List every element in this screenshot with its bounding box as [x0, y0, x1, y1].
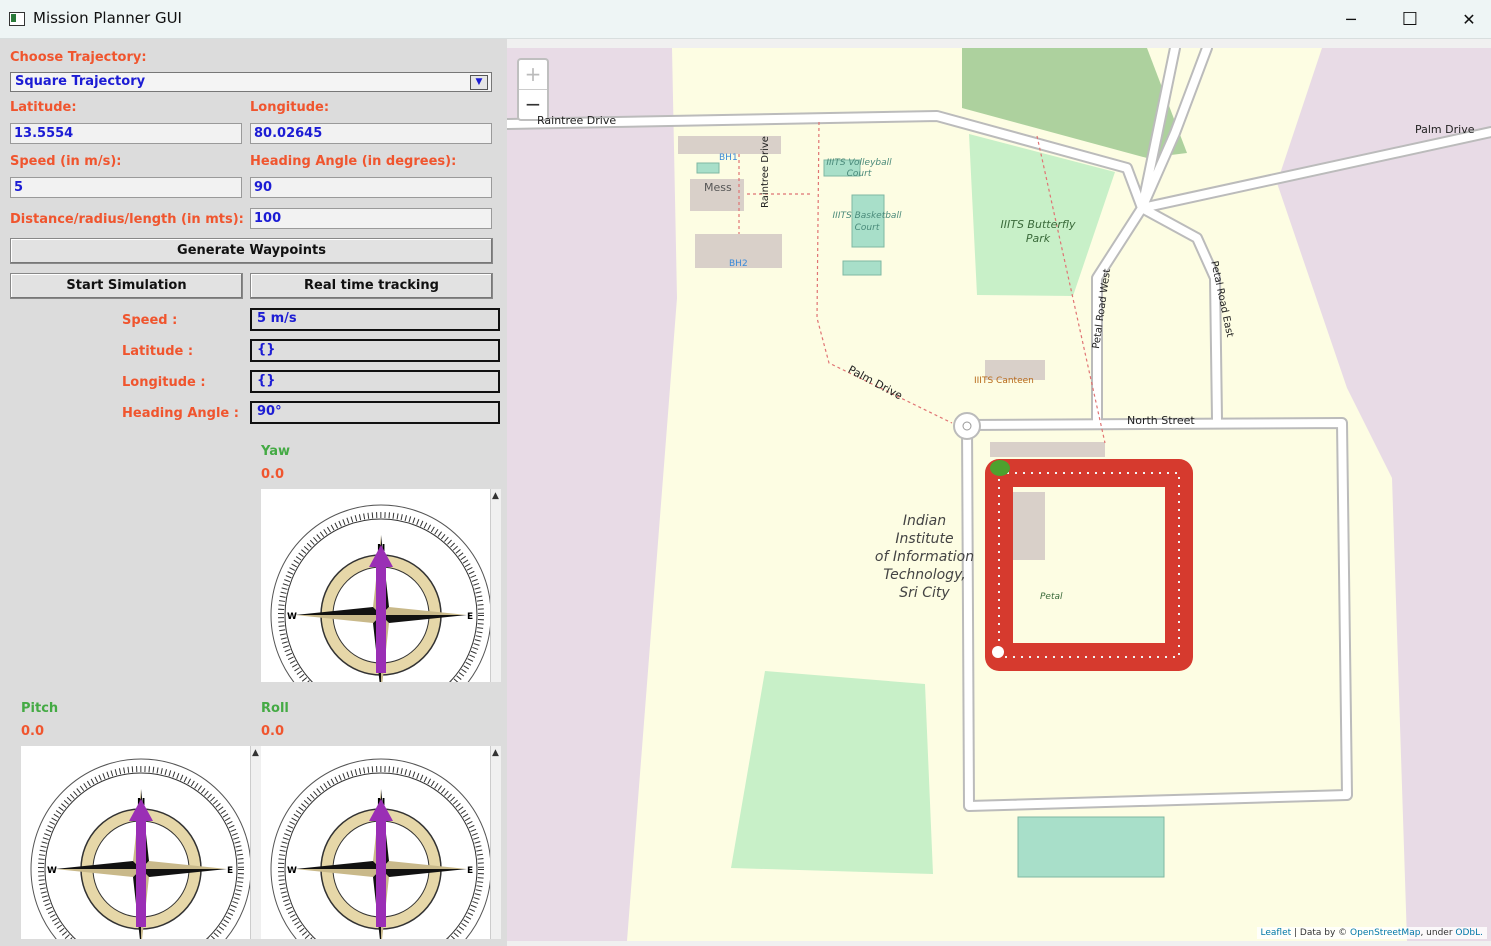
- app-icon: [9, 12, 25, 26]
- title-bar: Mission Planner GUI ─ ☐ ✕: [0, 0, 1491, 39]
- roll-compass: [261, 746, 490, 939]
- distance-label: Distance/radius/length (in mts):: [10, 212, 244, 227]
- institute-label: Indian Institute of Information Technolo…: [862, 512, 987, 602]
- compass-icon: [21, 746, 250, 939]
- odbl-link[interactable]: ODbL.: [1455, 928, 1483, 938]
- map-view[interactable]: + − Raintree Drive Palm Drive BH1 BH2 Me…: [507, 48, 1491, 941]
- minimize-button[interactable]: ─: [1322, 0, 1380, 38]
- choose-trajectory-label: Choose Trajectory:: [10, 50, 147, 65]
- pitch-value: 0.0: [21, 724, 45, 739]
- institute-label-line2: Institute: [895, 531, 954, 547]
- telemetry-speed-value: 5 m/s: [250, 308, 500, 331]
- mess-label: Mess: [704, 181, 732, 194]
- longitude-input[interactable]: 80.02645: [250, 123, 492, 144]
- osm-link[interactable]: OpenStreetMap: [1350, 928, 1420, 938]
- pitch-label: Pitch: [21, 701, 59, 716]
- trajectory-select-value: Square Trajectory: [15, 74, 146, 89]
- volleyball-label: IIITS Volleyball Court: [826, 158, 892, 179]
- distance-input[interactable]: 100: [250, 208, 492, 229]
- real-time-tracking-button[interactable]: Real time tracking: [250, 273, 493, 299]
- telemetry-latitude-label: Latitude :: [122, 344, 194, 359]
- heading-input[interactable]: 90: [250, 177, 492, 198]
- yaw-compass: [261, 489, 490, 682]
- longitude-label: Longitude:: [250, 100, 330, 115]
- info-marker-icon[interactable]: [992, 646, 1004, 658]
- yaw-value: 0.0: [261, 467, 285, 482]
- pitch-scrollbar[interactable]: ▲: [250, 746, 261, 939]
- roll-label: Roll: [261, 701, 289, 716]
- raintree-drive-vertical-text: Raintree Drive: [760, 136, 771, 208]
- close-button[interactable]: ✕: [1440, 0, 1491, 38]
- speed-label: Speed (in m/s):: [10, 154, 122, 169]
- roll-scrollbar[interactable]: ▲: [490, 746, 501, 939]
- window-title: Mission Planner GUI: [33, 9, 182, 27]
- trajectory-select[interactable]: Square Trajectory ▼: [10, 72, 492, 92]
- bh1-label: BH1: [719, 153, 738, 163]
- telemetry-longitude-value: {}: [250, 370, 500, 393]
- institute-label-line3: of Information: [874, 549, 975, 565]
- speed-input[interactable]: 5: [10, 177, 242, 198]
- petal-label: Petal: [1040, 592, 1063, 602]
- maximize-button[interactable]: ☐: [1381, 0, 1439, 38]
- telemetry-speed-label: Speed :: [122, 313, 178, 328]
- small-pitch-area: [696, 162, 720, 174]
- latitude-label: Latitude:: [10, 100, 77, 115]
- compass-icon: [261, 489, 490, 682]
- roll-value: 0.0: [261, 724, 285, 739]
- park-area-south: [731, 671, 933, 874]
- chevron-down-icon[interactable]: ▼: [470, 75, 488, 90]
- institute-label-line1: Indian: [902, 513, 947, 529]
- roundabout: [953, 412, 981, 440]
- pitch-area-south: [1017, 816, 1165, 878]
- institute-label-line4: Technology,: [883, 567, 966, 583]
- compass-icon: [261, 746, 490, 939]
- telemetry-heading-value: 90°: [250, 401, 500, 424]
- canteen-label: IIITS Canteen: [974, 376, 1034, 386]
- start-simulation-button[interactable]: Start Simulation: [10, 273, 243, 299]
- raintree-drive-vertical-label: Raintree Drive: [760, 136, 771, 208]
- butterfly-park-label: IIITS Butterfly Park: [1000, 218, 1076, 245]
- leaflet-link[interactable]: Leaflet: [1261, 928, 1292, 938]
- north-street-label: North Street: [1127, 414, 1195, 427]
- raintree-drive-label: Raintree Drive: [537, 114, 617, 127]
- telemetry-latitude-value: {}: [250, 339, 500, 362]
- generate-waypoints-button[interactable]: Generate Waypoints: [10, 238, 493, 264]
- zoom-control[interactable]: + −: [517, 58, 549, 121]
- yaw-label: Yaw: [261, 444, 291, 459]
- zoom-in-button[interactable]: +: [519, 60, 547, 90]
- map-tiles[interactable]: [507, 48, 1491, 941]
- petal-building: [1011, 492, 1045, 560]
- telemetry-heading-label: Heading Angle :: [122, 406, 239, 421]
- bh2-label: BH2: [729, 259, 748, 269]
- palm-drive-label: Palm Drive: [1415, 123, 1475, 136]
- basketball-label: IIITS Basketball Court: [832, 211, 902, 233]
- control-panel: Choose Trajectory: Square Trajectory ▼ L…: [0, 39, 507, 946]
- heading-label: Heading Angle (in degrees):: [250, 154, 457, 169]
- attribution-text: | Data by ©: [1291, 928, 1351, 938]
- small-court-area: [842, 260, 882, 276]
- telemetry-longitude-label: Longitude :: [122, 375, 206, 390]
- north-building: [990, 442, 1105, 457]
- yaw-scrollbar[interactable]: ▲: [490, 489, 501, 682]
- start-marker[interactable]: [990, 460, 1010, 476]
- latitude-input[interactable]: 13.5554: [10, 123, 242, 144]
- pitch-compass: [21, 746, 250, 939]
- attribution-under-text: , under: [1420, 928, 1456, 938]
- institute-label-line5: Sri City: [899, 585, 950, 601]
- map-attribution: Leaflet | Data by © OpenStreetMap, under…: [1256, 927, 1487, 939]
